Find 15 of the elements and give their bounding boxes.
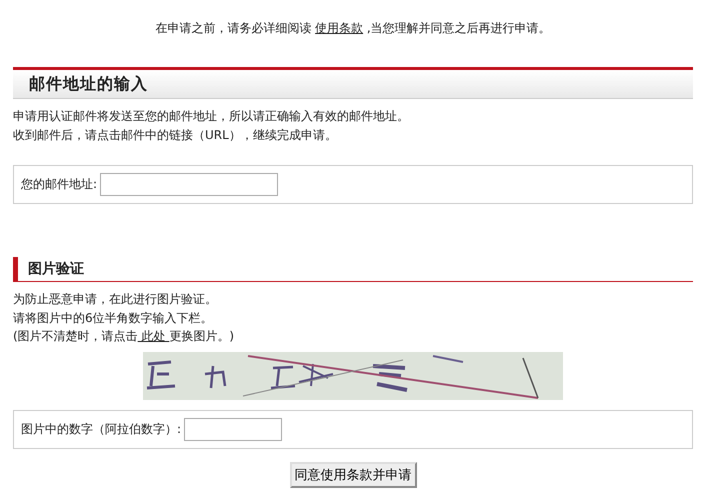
captcha-field[interactable] xyxy=(184,418,282,440)
field-label: 图片中的数字（阿拉伯数字）: xyxy=(21,420,182,438)
email-field[interactable] xyxy=(100,173,278,196)
section-heading: 图片验证 xyxy=(13,257,693,282)
instruction-text: 申请用认证邮件将发送至您的邮件地址，所以请正确输入有效的邮件地址。 xyxy=(13,108,410,125)
submit-button[interactable]: 同意使用条款并申请 xyxy=(290,462,416,488)
instruction-text: 为防止恶意申请，在此进行图片验证。 xyxy=(13,291,218,308)
section-heading: 邮件地址的输入 xyxy=(13,67,693,99)
instruction-text: 收到邮件后，请点击邮件中的链接（URL），继续完成申请。 xyxy=(13,126,338,144)
field-label: 您的邮件地址: xyxy=(21,176,98,193)
terms-notice: 在申请之前，请务必详细阅读 使用条款 ,当您理解并同意之后再进行申请。 xyxy=(154,20,552,37)
instruction-text: 请将图片中的6位半角数字输入下栏。 xyxy=(13,310,214,326)
instruction-text: (图片不清楚时，请点击 此处 更换图片。) xyxy=(13,328,236,345)
refresh-link[interactable]: 此处 xyxy=(138,329,170,343)
terms-link[interactable]: 使用条款 xyxy=(315,21,364,35)
